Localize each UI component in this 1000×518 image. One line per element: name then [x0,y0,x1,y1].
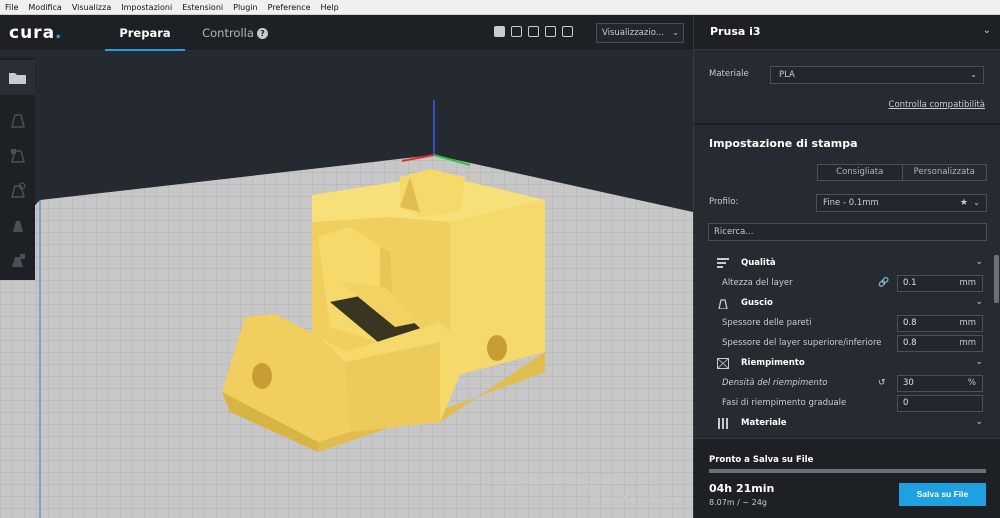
menu-plugin[interactable]: Plugin [228,0,263,15]
build-plate-scene [0,52,693,518]
menu-impostazioni[interactable]: Impostazioni [116,0,177,15]
model-name: PI3_a6512f72-c03c-42e4-9b33-244c6a0d2e07 [466,477,652,486]
category-riempimento[interactable]: Riempimento ⌄ [708,354,989,373]
tab-personalizzata[interactable]: Personalizzata [903,165,987,180]
material-label: Materiale [709,69,749,79]
divider [694,123,1000,125]
check-compatibility-link[interactable]: Controlla compatibilità [889,100,985,110]
infill-density-input[interactable]: 30% [897,375,983,392]
open-file-button[interactable] [0,60,35,95]
3d-view-icon[interactable] [494,26,505,37]
save-to-file-button[interactable]: Salva su File [899,483,986,506]
layer-height-input[interactable]: 0.1 mm [897,275,983,292]
left-view-icon[interactable] [545,26,556,37]
rotate-tool-icon [10,181,26,198]
infill-icon [717,358,729,369]
setup-mode-tabs: Consigliata Personalizzata [817,164,987,181]
chevron-down-icon: ⌄ [975,357,983,367]
settings-list: Qualità ⌄ Altezza del layer 🔗 0.1 mm Gusci… [708,252,989,437]
printer-selector[interactable]: Prusa i3 ⌄ [694,15,1000,50]
left-toolbar [0,58,35,280]
chevron-down-icon: ⌄ [970,70,977,79]
view-mode-select[interactable]: Visualizzazio... ⌄ [596,23,684,43]
top-view-icon[interactable] [528,26,539,37]
top-bottom-thickness-input[interactable]: 0.8 mm [897,335,983,352]
view-orientation-buttons [494,26,573,37]
mirror-tool-icon [12,220,23,232]
tab-consigliata[interactable]: Consigliata [818,165,903,180]
front-view-icon[interactable] [511,26,522,37]
category-qualita[interactable]: Qualità ⌄ [708,254,989,273]
per-model-settings-icon [11,253,25,267]
shell-icon [718,299,728,309]
material-select[interactable]: PLA ⌄ [770,66,984,84]
scale-tool-button[interactable] [0,138,35,173]
settings-sidebar: Prusa i3 ⌄ Materiale PLA ⌄ Controlla comp… [693,15,1000,518]
model-dimensions: 59.0 x 35.0 x 35.0 mm [590,495,682,504]
setting-row: Spessore del layer superiore/inferiore 0… [708,334,989,353]
tab-controlla[interactable]: Controlla? [195,15,275,51]
menu-visualizza[interactable]: Visualizza [67,0,116,15]
help-icon: ? [256,28,268,39]
print-material: 8.07m / ~ 24g [709,498,767,507]
setting-row: Fasi di riempimento graduale 0 [708,394,989,413]
chevron-down-icon: ⌄ [975,417,983,427]
material-icon [718,418,728,429]
category-guscio[interactable]: Guscio ⌄ [708,294,989,313]
print-summary-panel: Pronto a Salva su File 04h 21min 8.07m /… [694,438,1000,518]
cura-logo: cura. [9,23,63,43]
chevron-down-icon: ⌄ [973,198,980,207]
menu-help[interactable]: Help [316,0,344,15]
tab-prepara[interactable]: Prepara [105,15,185,51]
progress-bar [709,469,986,473]
setting-row: Altezza del layer 🔗 0.1 mm [708,274,989,293]
chevron-down-icon: ⌄ [982,25,991,36]
settings-search-input[interactable]: Ricerca... [708,223,987,241]
setting-row: Spessore delle pareti 0.8 mm [708,314,989,333]
print-setup-title: Impostazione di stampa [709,137,858,150]
right-view-icon[interactable] [562,26,573,37]
rotate-tool-button[interactable] [0,173,35,208]
wall-thickness-input[interactable]: 0.8 mm [897,315,983,332]
move-tool-icon [10,113,25,128]
menu-bar: File Modifica Visualizza Impostazioni Es… [0,0,1000,15]
chevron-down-icon: ⌄ [672,28,679,37]
star-icon[interactable]: ★ [960,195,968,211]
menu-modifica[interactable]: Modifica [23,0,66,15]
gradual-infill-input[interactable]: 0 [897,395,983,412]
move-tool-button[interactable] [0,103,35,138]
menu-estensioni[interactable]: Estensioni [177,0,228,15]
quality-icon [717,258,729,268]
link-icon[interactable]: 🔗 [878,278,889,288]
printer-name: Prusa i3 [710,25,761,38]
profile-label: Profilo: [709,197,739,207]
3d-viewport[interactable] [0,52,693,518]
settings-scrollbar[interactable] [994,255,999,303]
menu-preference[interactable]: Preference [263,0,316,15]
per-model-settings-button[interactable] [0,243,35,278]
menu-file[interactable]: File [0,0,23,15]
setting-row: Densità del riempimento ↺ 30% [708,374,989,393]
category-materiale[interactable]: Materiale ⌄ [708,414,989,433]
profile-select[interactable]: Fine - 0.1mm ★ ⌄ [816,194,987,212]
top-bar: cura. Prepara Controlla? Visualizzazio..… [0,15,693,51]
open-file-icon [8,72,26,84]
chevron-down-icon: ⌄ [975,297,983,307]
progress-fill [709,469,986,473]
reset-icon[interactable]: ↺ [878,378,886,388]
scale-tool-icon [10,148,25,163]
ready-label: Pronto a Salva su File [709,455,814,465]
print-time: 04h 21min [709,482,775,495]
chevron-down-icon: ⌄ [975,257,983,267]
mirror-tool-button[interactable] [0,208,35,243]
